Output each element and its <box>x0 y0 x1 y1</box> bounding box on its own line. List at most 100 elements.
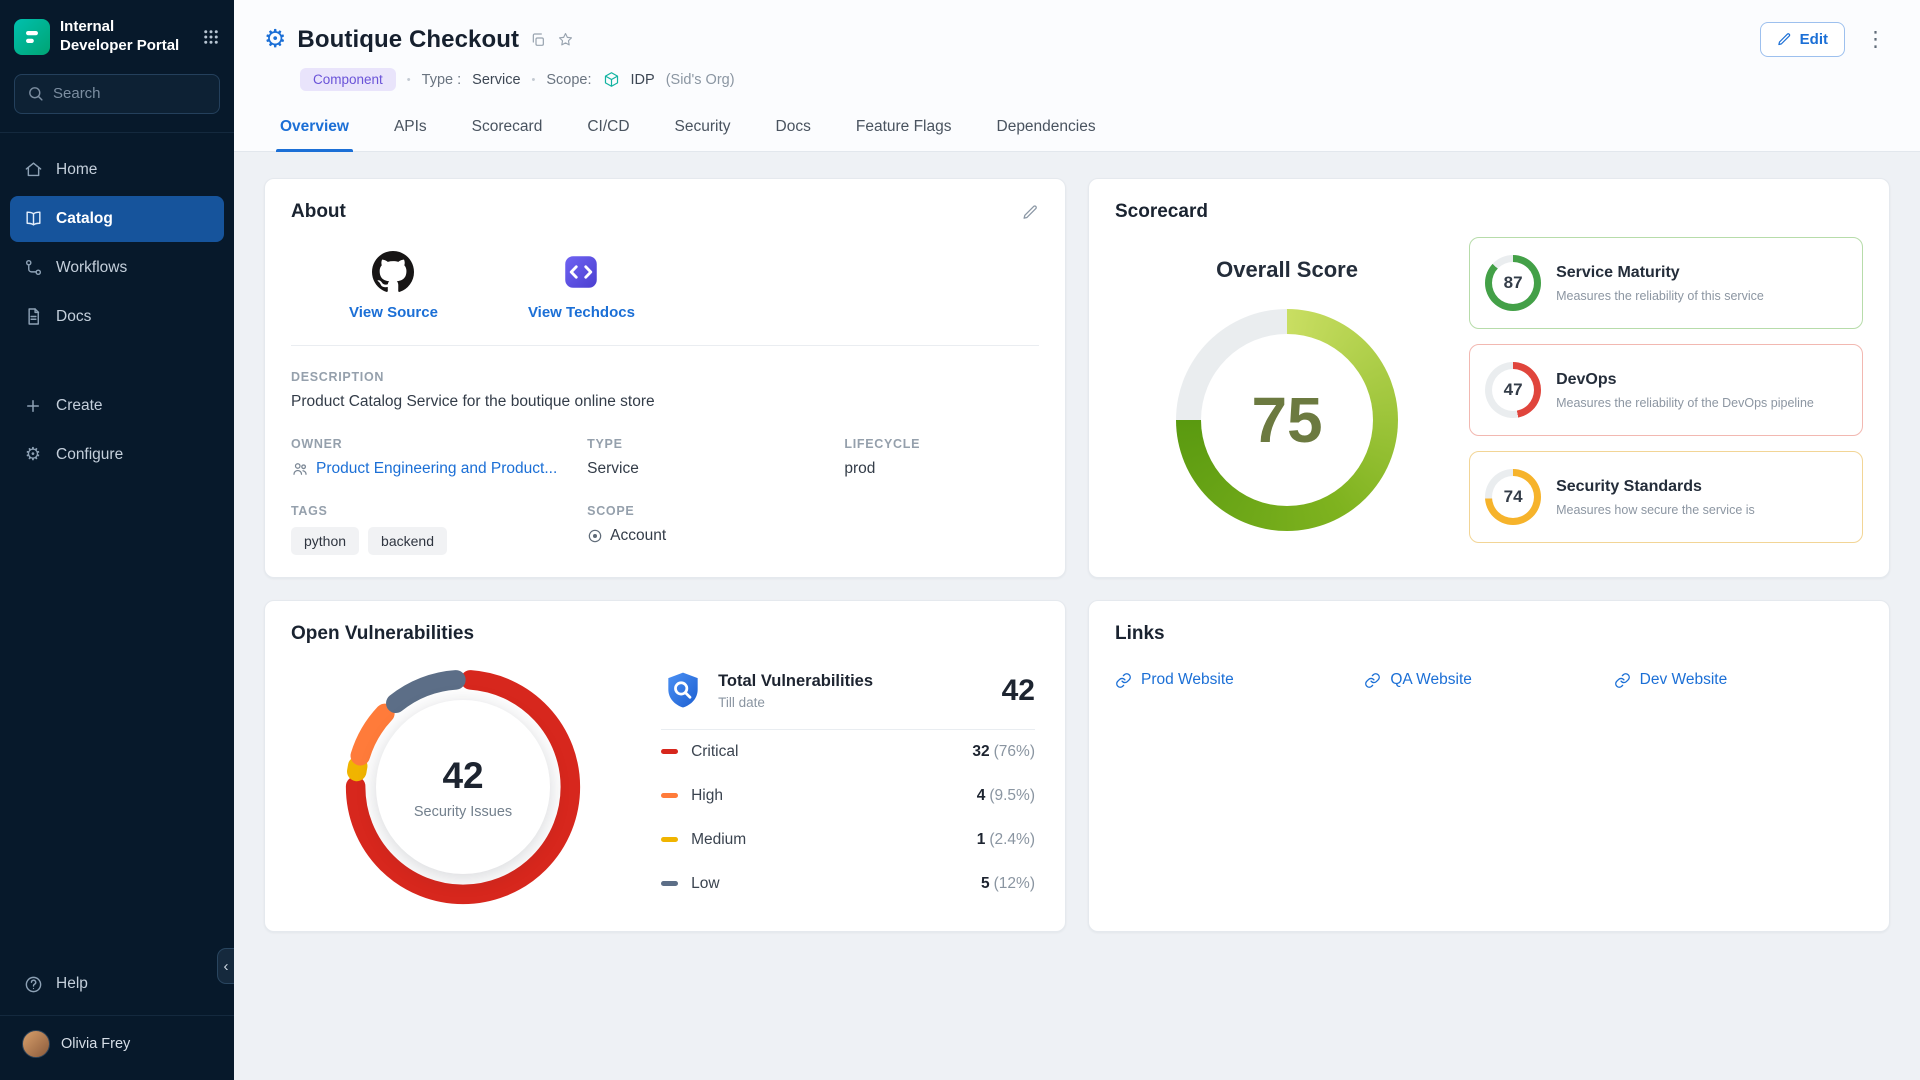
scope-value: Account <box>610 527 666 545</box>
severity-row-high: High 4(9.5%) <box>661 774 1035 818</box>
score-card-desc: Measures how secure the service is <box>1556 503 1755 517</box>
score-card-desc: Measures the reliability of this service <box>1556 289 1764 303</box>
tag-chip[interactable]: python <box>291 527 359 555</box>
tab-dependencies[interactable]: Dependencies <box>993 105 1100 151</box>
apps-grid-icon[interactable] <box>202 28 220 46</box>
overview-content: About View Source <box>234 152 1920 952</box>
avatar <box>22 1030 50 1058</box>
source-links-row: View Source View Techdocs <box>291 223 1039 346</box>
sidebar-item-catalog[interactable]: Catalog <box>10 196 224 242</box>
score-mini-ring: 87 <box>1485 255 1541 311</box>
score-mini-card[interactable]: 47 DevOps Measures the reliability of th… <box>1469 344 1863 436</box>
sidebar-item-label: Docs <box>56 308 91 326</box>
sidebar-item-home[interactable]: Home <box>10 147 224 193</box>
score-mini-value: 74 <box>1504 487 1523 507</box>
type-label: TYPE <box>587 437 830 451</box>
workflows-icon <box>23 258 43 278</box>
till-date-label: Till date <box>718 695 873 710</box>
severity-count: 32 <box>972 743 989 760</box>
score-card-desc: Measures the reliability of the DevOps p… <box>1556 396 1814 410</box>
home-icon <box>23 160 43 180</box>
user-menu[interactable]: Olivia Frey <box>0 1015 234 1072</box>
links-title: Links <box>1115 623 1863 645</box>
pencil-icon <box>1777 32 1792 47</box>
page-title: Boutique Checkout <box>297 26 519 54</box>
people-icon <box>291 460 309 478</box>
tab-bar: Overview APIs Scorecard CI/CD Security D… <box>264 105 1890 151</box>
score-mini-card[interactable]: 74 Security Standards Measures how secur… <box>1469 451 1863 543</box>
type-value: Service <box>472 72 520 88</box>
sidebar-item-docs[interactable]: Docs <box>10 294 224 340</box>
qa-website-link[interactable]: QA Website <box>1364 671 1613 689</box>
about-edit-pencil-icon[interactable] <box>1022 204 1039 221</box>
tab-apis[interactable]: APIs <box>390 105 431 151</box>
vuln-donut-center: 42 Security Issues <box>376 700 550 874</box>
severity-label: Low <box>691 875 719 893</box>
link-label: Prod Website <box>1141 671 1234 689</box>
separator-dot: • <box>532 74 536 86</box>
view-source-label: View Source <box>349 304 438 321</box>
tab-feature-flags[interactable]: Feature Flags <box>852 105 956 151</box>
sidebar-item-configure[interactable]: ⚙ Configure <box>10 432 224 478</box>
about-card: About View Source <box>264 178 1066 578</box>
sidebar-item-create[interactable]: Create <box>10 383 224 429</box>
score-card-name: DevOps <box>1556 371 1814 389</box>
sidebar-collapse-handle[interactable]: ‹ <box>217 948 234 984</box>
score-card-name: Service Maturity <box>1556 264 1764 282</box>
edit-button[interactable]: Edit <box>1760 22 1845 57</box>
severity-row-low: Low 5(12%) <box>661 862 1035 906</box>
copy-icon[interactable] <box>530 32 546 48</box>
overall-score-value: 75 <box>1176 309 1398 531</box>
sidebar-footer: Help Olivia Frey <box>0 961 234 1080</box>
user-name: Olivia Frey <box>61 1036 130 1052</box>
severity-row-medium: Medium 1(2.4%) <box>661 818 1035 862</box>
owner-link[interactable]: Product Engineering and Product... <box>291 460 573 478</box>
severity-count: 4 <box>977 787 986 804</box>
scorecard-title: Scorecard <box>1115 201 1863 223</box>
entity-kind-badge: Component <box>300 68 396 91</box>
lifecycle-label: LIFECYCLE <box>844 437 1039 451</box>
score-mini-card[interactable]: 87 Service Maturity Measures the reliabi… <box>1469 237 1863 329</box>
kebab-menu-icon[interactable]: ⋮ <box>1861 27 1890 52</box>
tab-security[interactable]: Security <box>671 105 735 151</box>
dev-website-link[interactable]: Dev Website <box>1614 671 1863 689</box>
lifecycle-value: prod <box>844 460 1039 478</box>
view-techdocs-link[interactable]: View Techdocs <box>528 251 635 321</box>
total-vulnerabilities-value: 42 <box>1002 674 1035 708</box>
description-text: Product Catalog Service for the boutique… <box>291 393 1039 411</box>
help-icon <box>23 974 43 994</box>
favorite-star-icon[interactable] <box>557 31 574 48</box>
tab-cicd[interactable]: CI/CD <box>583 105 633 151</box>
owner-label: OWNER <box>291 437 573 451</box>
gear-icon: ⚙ <box>23 445 43 465</box>
vuln-donut-total: 42 <box>442 755 483 797</box>
sidebar-item-help[interactable]: Help <box>10 961 224 1007</box>
tab-overview[interactable]: Overview <box>276 105 353 151</box>
severity-count: 1 <box>977 831 986 848</box>
shield-scan-icon <box>661 669 705 713</box>
search-icon <box>27 85 44 102</box>
catalog-icon <box>23 209 43 229</box>
main-area: ⚙ Boutique Checkout Edit ⋮ <box>234 0 1920 1080</box>
link-icon <box>1364 672 1381 689</box>
tag-chip[interactable]: backend <box>368 527 447 555</box>
product-name: Internal Developer Portal <box>60 18 179 56</box>
prod-website-link[interactable]: Prod Website <box>1115 671 1364 689</box>
vulnerabilities-title: Open Vulnerabilities <box>291 623 1039 645</box>
tab-docs[interactable]: Docs <box>772 105 815 151</box>
description-label: DESCRIPTION <box>291 370 1039 384</box>
tab-scorecard[interactable]: Scorecard <box>468 105 547 151</box>
view-source-link[interactable]: View Source <box>349 251 438 321</box>
link-icon <box>1115 672 1132 689</box>
score-mini-ring: 74 <box>1485 469 1541 525</box>
severity-pct: (12%) <box>994 875 1035 892</box>
scope-value: IDP <box>631 72 655 88</box>
search-input[interactable] <box>53 85 252 102</box>
separator-dot: • <box>407 74 411 86</box>
sidebar-nav: Home Catalog Workflows <box>0 133 234 481</box>
vuln-donut-label: Security Issues <box>414 804 512 820</box>
link-icon <box>1614 672 1631 689</box>
severity-dash <box>661 837 678 842</box>
sidebar-item-workflows[interactable]: Workflows <box>10 245 224 291</box>
entity-meta: Component • Type : Service • Scope: IDP … <box>300 68 1890 91</box>
